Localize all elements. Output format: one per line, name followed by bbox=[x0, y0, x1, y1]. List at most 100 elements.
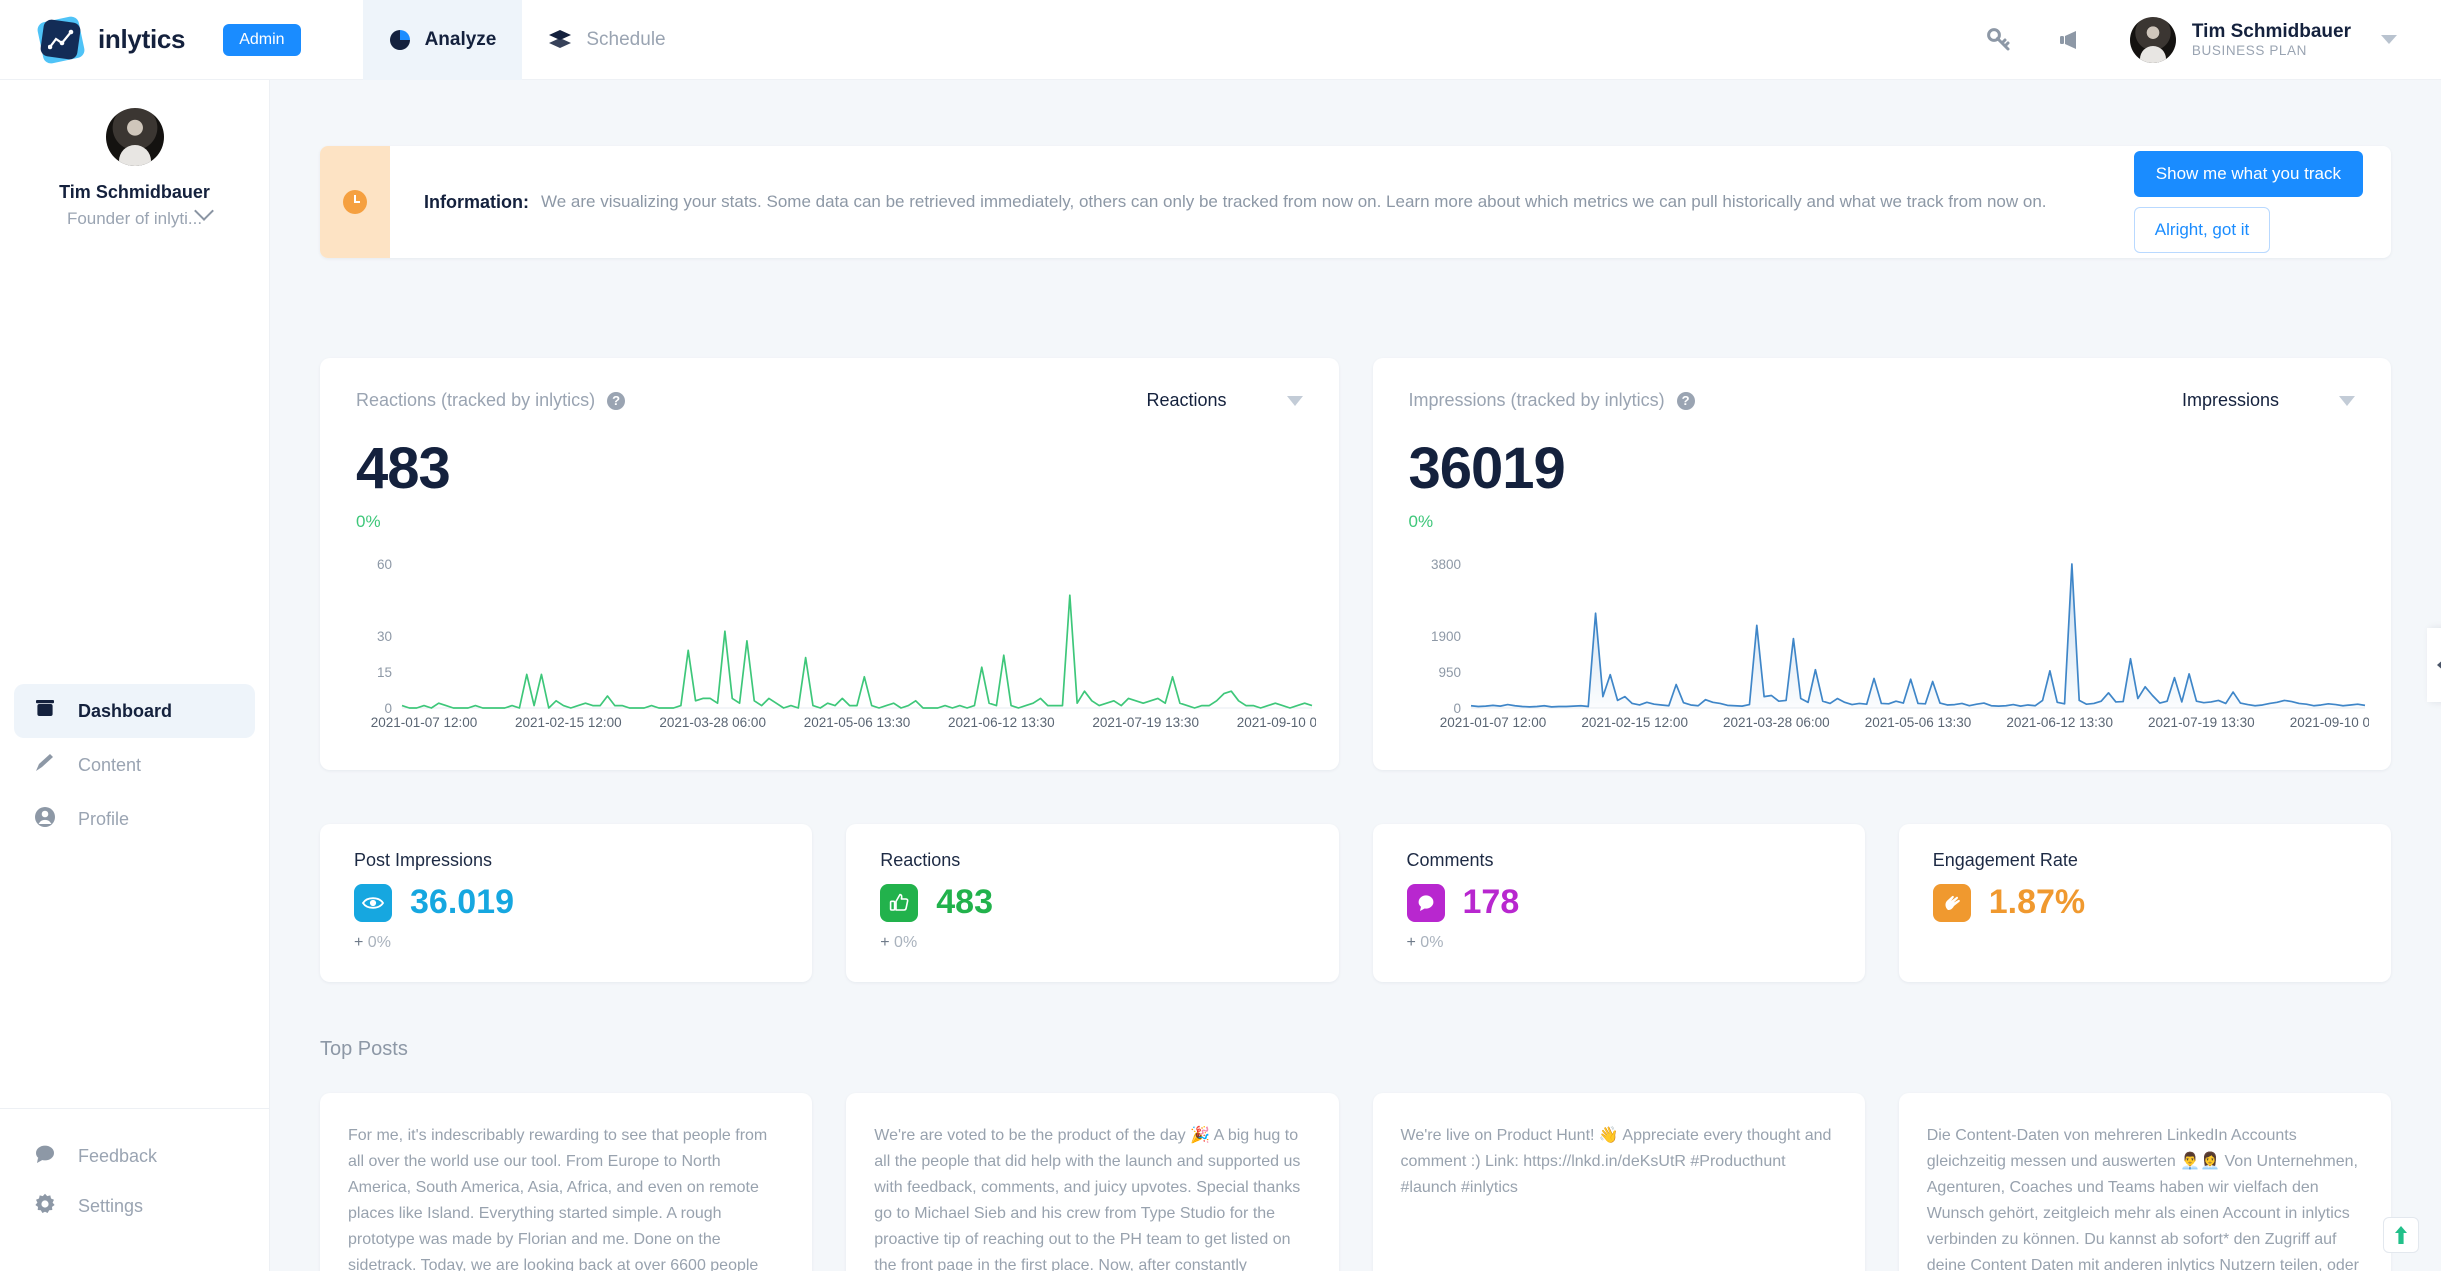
top-posts-heading: Top Posts bbox=[320, 1038, 2391, 1061]
brand-logo-group[interactable]: inlytics Admin bbox=[0, 19, 301, 61]
kpi-delta-value: 0% bbox=[1420, 934, 1443, 951]
sidebar-item-label: Feedback bbox=[78, 1146, 157, 1167]
information-banner: Information: We are visualizing your sta… bbox=[320, 146, 2391, 258]
chevron-down-icon bbox=[1287, 396, 1303, 406]
user-plan: BUSINESS PLAN bbox=[2192, 43, 2351, 58]
metric-select-reactions[interactable]: Reactions bbox=[1146, 390, 1302, 411]
reactions-plot-svg: 01530602021-01-07 12:002021-02-15 12:002… bbox=[356, 558, 1316, 738]
kpi-delta-value: 0% bbox=[894, 934, 917, 951]
metric-select-impressions[interactable]: Impressions bbox=[2182, 390, 2355, 411]
impressions-line-plot: 0950190038002021-01-07 12:002021-02-15 1… bbox=[1409, 558, 2362, 738]
user-menu[interactable]: Tim Schmidbauer BUSINESS PLAN bbox=[2130, 17, 2397, 63]
chart-title: Reactions (tracked by inlytics) bbox=[356, 390, 595, 411]
svg-text:30: 30 bbox=[377, 629, 392, 644]
inlytics-logo-icon bbox=[40, 19, 82, 61]
kpi-title: Reactions bbox=[880, 850, 1304, 871]
banner-label: Information: bbox=[424, 192, 529, 213]
kpi-delta-value: 0% bbox=[368, 934, 391, 951]
scroll-top-button[interactable] bbox=[2383, 1217, 2419, 1253]
sidebar-profile: Tim Schmidbauer Founder of inlyti... bbox=[0, 80, 269, 229]
svg-text:2021-09-10 00:00: 2021-09-10 00:00 bbox=[1237, 715, 1316, 730]
svg-text:2021-06-12 13:30: 2021-06-12 13:30 bbox=[2006, 715, 2113, 730]
post-text: Die Content-Daten von mehreren LinkedIn … bbox=[1927, 1123, 2363, 1271]
sidebar-item-profile[interactable]: Profile bbox=[14, 792, 255, 846]
kpi-reactions: Reactions 483 + 0% bbox=[846, 824, 1338, 982]
svg-text:2021-01-07 12:00: 2021-01-07 12:00 bbox=[1439, 715, 1546, 730]
kpi-row: Post Impressions 36.019 + 0% Reac bbox=[320, 824, 2391, 982]
top-post-card[interactable]: We're are voted to be the product of the… bbox=[846, 1093, 1338, 1271]
sidebar-item-label: Dashboard bbox=[78, 701, 172, 722]
tab-schedule[interactable]: Schedule bbox=[522, 0, 691, 80]
kpi-post-impressions: Post Impressions 36.019 + 0% bbox=[320, 824, 812, 982]
svg-text:2021-06-12 13:30: 2021-06-12 13:30 bbox=[948, 715, 1055, 730]
chevron-down-icon bbox=[2339, 396, 2355, 406]
chart-total-value: 483 bbox=[356, 435, 1303, 502]
clock-icon bbox=[343, 190, 367, 214]
sidebar-item-settings[interactable]: Settings bbox=[34, 1181, 235, 1231]
tab-analyze-label: Analyze bbox=[425, 29, 497, 51]
svg-text:15: 15 bbox=[377, 665, 392, 680]
svg-text:2021-05-06 13:30: 2021-05-06 13:30 bbox=[804, 715, 911, 730]
sidebar-item-dashboard[interactable]: Dashboard bbox=[14, 684, 255, 738]
sidebar-item-label: Content bbox=[78, 755, 141, 776]
svg-text:3800: 3800 bbox=[1430, 558, 1460, 572]
sidebar-item-label: Profile bbox=[78, 809, 129, 830]
impressions-chart-card: Impressions (tracked by inlytics) ? Impr… bbox=[1373, 358, 2392, 770]
banner-actions: Show me what you track Alright, got it bbox=[2134, 146, 2391, 258]
impressions-plot-svg: 0950190038002021-01-07 12:002021-02-15 1… bbox=[1409, 558, 2369, 738]
kpi-delta: + 0% bbox=[354, 934, 778, 952]
sidebar: Tim Schmidbauer Founder of inlyti... Das… bbox=[0, 80, 270, 1271]
sidebar-item-feedback[interactable]: Feedback bbox=[34, 1131, 235, 1181]
sidebar-item-label: Settings bbox=[78, 1196, 143, 1217]
svg-text:60: 60 bbox=[377, 558, 392, 572]
clap-icon bbox=[1933, 884, 1971, 922]
key-icon[interactable] bbox=[1986, 27, 2012, 53]
admin-badge[interactable]: Admin bbox=[223, 24, 300, 56]
svg-text:2021-03-28 06:00: 2021-03-28 06:00 bbox=[659, 715, 766, 730]
comment-icon bbox=[1407, 884, 1445, 922]
kpi-delta: + 0% bbox=[1407, 934, 1831, 952]
kpi-value: 483 bbox=[936, 883, 993, 922]
sidebar-collapse-toggle[interactable] bbox=[2427, 628, 2441, 702]
top-navigation-bar: inlytics Admin Analyze bbox=[0, 0, 2441, 80]
reactions-chart-card: Reactions (tracked by inlytics) ? Reacti… bbox=[320, 358, 1339, 770]
top-post-card[interactable]: We're live on Product Hunt! 👋 Appreciate… bbox=[1373, 1093, 1865, 1271]
banner-body: Information: We are visualizing your sta… bbox=[390, 146, 2134, 258]
chart-delta: 0% bbox=[356, 512, 1303, 532]
top-post-card[interactable]: For me, it's indescribably rewarding to … bbox=[320, 1093, 812, 1271]
kpi-engagement-rate: Engagement Rate 1.87% bbox=[1899, 824, 2391, 982]
chevron-left-icon bbox=[2437, 658, 2441, 672]
show-me-what-you-track-button[interactable]: Show me what you track bbox=[2134, 151, 2363, 197]
banner-text: We are visualizing your stats. Some data… bbox=[541, 192, 2047, 212]
help-icon[interactable]: ? bbox=[1677, 392, 1695, 410]
reactions-line-plot: 01530602021-01-07 12:002021-02-15 12:002… bbox=[356, 558, 1309, 738]
tab-schedule-label: Schedule bbox=[586, 29, 665, 51]
brand-name: inlytics bbox=[98, 24, 185, 55]
svg-text:2021-07-19 13:30: 2021-07-19 13:30 bbox=[2148, 715, 2255, 730]
charts-row: Reactions (tracked by inlytics) ? Reacti… bbox=[320, 358, 2391, 770]
kpi-value: 178 bbox=[1463, 883, 1520, 922]
svg-text:2021-07-19 13:30: 2021-07-19 13:30 bbox=[1092, 715, 1199, 730]
dashboard-icon bbox=[34, 699, 56, 724]
megaphone-icon[interactable] bbox=[2058, 29, 2084, 51]
chart-title: Impressions (tracked by inlytics) bbox=[1409, 390, 1665, 411]
top-post-card[interactable]: Die Content-Daten von mehreren LinkedIn … bbox=[1899, 1093, 2391, 1271]
kpi-title: Engagement Rate bbox=[1933, 850, 2357, 871]
sidebar-nav: Dashboard Content Profil bbox=[0, 684, 269, 846]
chat-bubble-icon bbox=[34, 1144, 56, 1169]
sidebar-item-content[interactable]: Content bbox=[14, 738, 255, 792]
kpi-title: Comments bbox=[1407, 850, 1831, 871]
svg-text:2021-09-10 00:00: 2021-09-10 00:00 bbox=[2289, 715, 2368, 730]
alright-got-it-button[interactable]: Alright, got it bbox=[2134, 207, 2271, 253]
chevron-down-icon[interactable] bbox=[2381, 35, 2397, 44]
svg-text:1900: 1900 bbox=[1430, 629, 1460, 644]
tab-analyze[interactable]: Analyze bbox=[363, 0, 523, 80]
eye-icon bbox=[354, 884, 392, 922]
svg-text:950: 950 bbox=[1438, 665, 1461, 680]
chart-total-value: 36019 bbox=[1409, 435, 2356, 502]
person-icon bbox=[34, 806, 56, 833]
help-icon[interactable]: ? bbox=[607, 392, 625, 410]
main-tabs: Analyze Schedule bbox=[363, 0, 692, 80]
svg-text:0: 0 bbox=[384, 701, 392, 716]
pie-chart-icon bbox=[389, 29, 411, 51]
